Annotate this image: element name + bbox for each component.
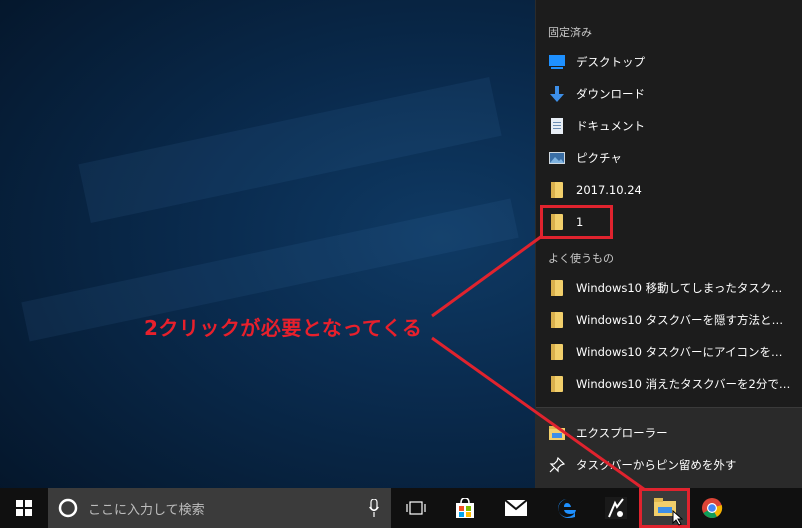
task-view-icon [406, 501, 426, 515]
chrome-icon [702, 498, 723, 519]
mail-icon [505, 500, 527, 516]
search-placeholder: ここに入力して検索 [88, 502, 205, 518]
store-button[interactable] [443, 488, 487, 528]
mouse-cursor-icon [672, 510, 684, 526]
chrome-button[interactable] [690, 488, 734, 528]
kindle-button[interactable] [594, 488, 638, 528]
windows-logo-icon [16, 500, 32, 516]
microphone-icon[interactable] [369, 499, 379, 517]
edge-icon [558, 499, 576, 519]
mail-button[interactable] [494, 488, 538, 528]
annotation-text: 2クリックが必要となってくる [144, 316, 423, 340]
task-view-button[interactable] [395, 488, 437, 528]
cortana-icon [58, 498, 78, 518]
annotation-arrows [431, 234, 649, 494]
store-icon [456, 498, 474, 518]
edge-button[interactable] [545, 488, 589, 528]
kindle-icon [605, 497, 627, 519]
search-box[interactable]: ここに入力して検索 [48, 488, 391, 528]
highlight-folder-1 [540, 205, 613, 239]
start-button[interactable] [0, 488, 48, 528]
taskbar: ここに入力して検索 [0, 488, 802, 528]
